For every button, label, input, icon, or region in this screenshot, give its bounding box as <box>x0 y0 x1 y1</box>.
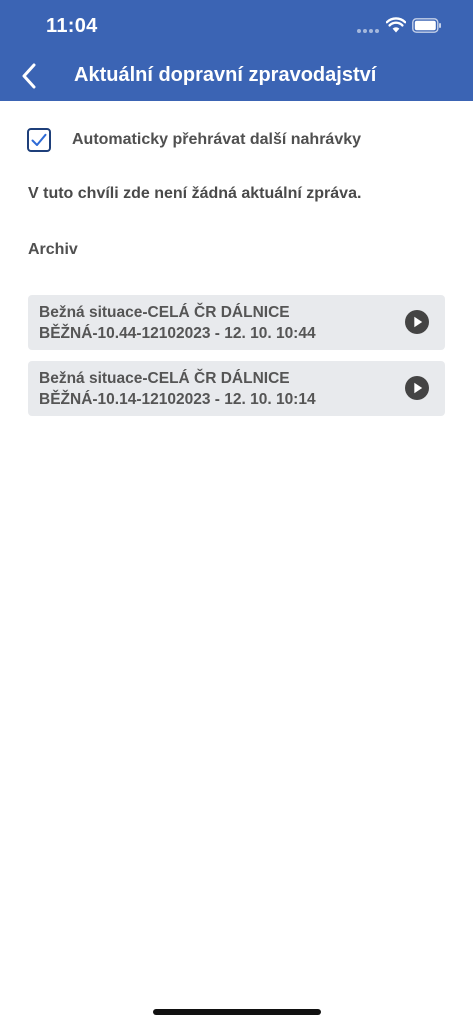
archive-item-title: Bežná situace-CELÁ ČR DÁLNICE <box>39 370 290 387</box>
battery-icon <box>412 18 441 33</box>
checkmark-icon <box>31 133 47 146</box>
play-circle-icon[interactable] <box>405 376 429 400</box>
archive-list: Bežná situace-CELÁ ČR DÁLNICE BĚŽNÁ-10.4… <box>28 295 445 427</box>
back-button[interactable] <box>12 58 46 94</box>
archive-item-title: Bežná situace-CELÁ ČR DÁLNICE <box>39 304 290 321</box>
archive-item-text: Bežná situace-CELÁ ČR DÁLNICE BĚŽNÁ-10.1… <box>39 368 399 410</box>
autoplay-setting[interactable]: Automaticky přehrávat další nahrávky <box>27 126 361 154</box>
archive-item[interactable]: Bežná situace-CELÁ ČR DÁLNICE BĚŽNÁ-10.1… <box>28 361 445 416</box>
archive-item-text: Bežná situace-CELÁ ČR DÁLNICE BĚŽNÁ-10.4… <box>39 302 399 344</box>
no-current-news-message: V tuto chvíli zde není žádná aktuální zp… <box>28 185 362 202</box>
header: 11:04 Aktuální dopravní zpravodajství <box>0 0 473 101</box>
wifi-icon <box>386 17 406 33</box>
archive-item[interactable]: Bežná situace-CELÁ ČR DÁLNICE BĚŽNÁ-10.4… <box>28 295 445 350</box>
status-bar: 11:04 <box>0 0 473 52</box>
autoplay-label: Automaticky přehrávat další nahrávky <box>72 131 362 148</box>
chevron-left-icon <box>22 63 36 89</box>
page-title: Aktuální dopravní zpravodajství <box>74 64 377 86</box>
archive-heading: Archiv <box>28 241 78 258</box>
play-circle-icon[interactable] <box>405 310 429 334</box>
autoplay-checkbox[interactable] <box>27 128 51 152</box>
status-time: 11:04 <box>46 15 98 37</box>
home-indicator[interactable] <box>153 1009 321 1015</box>
nav-bar: Aktuální dopravní zpravodajství <box>0 52 473 101</box>
screen: 11:04 Aktuální dopravní zpravodajství Au… <box>0 0 473 1024</box>
cellular-signal-icon <box>357 29 381 34</box>
archive-item-subtitle: BĚŽNÁ-10.44-12102023 - 12. 10. 10:44 <box>39 325 316 342</box>
archive-item-subtitle: BĚŽNÁ-10.14-12102023 - 12. 10. 10:14 <box>39 391 316 408</box>
